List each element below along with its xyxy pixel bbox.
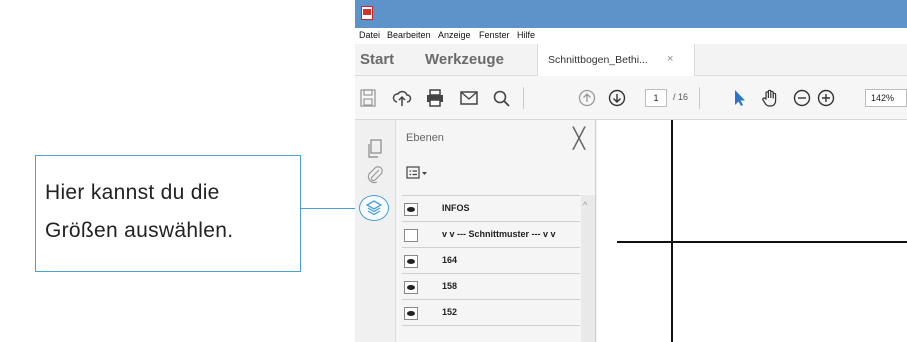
tab-bar: Start Werkzeuge Schnittbogen_Bethi... × <box>355 44 907 76</box>
layer-visibility-toggle[interactable] <box>404 307 418 320</box>
save-icon[interactable] <box>358 89 378 107</box>
callout-connector <box>301 208 355 209</box>
close-icon[interactable]: ╳ <box>573 126 585 151</box>
menu-datei[interactable]: Datei <box>359 30 380 40</box>
stage: Hier kannst du die Größen auswählen. Dat… <box>0 0 907 342</box>
callout-line-1: Hier kannst du die <box>45 181 220 204</box>
zoom-out-icon[interactable] <box>792 89 812 107</box>
navigation-rail <box>355 120 396 342</box>
page-total: / 16 <box>673 92 689 102</box>
toolbar: 1 / 16 142% <box>355 76 907 120</box>
zoom-in-icon[interactable] <box>816 89 836 107</box>
page-down-icon[interactable] <box>607 89 627 107</box>
menu-fenster[interactable]: Fenster <box>479 30 510 40</box>
callout-box: Hier kannst du die Größen auswählen. <box>35 155 301 272</box>
layers-list: INFOS v v --- Schnittmuster --- v v 164 … <box>402 195 580 326</box>
acrobat-window: Datei Bearbeiten Anzeige Fenster Hilfe S… <box>355 0 907 342</box>
pages-icon[interactable] <box>364 138 386 160</box>
layer-row[interactable]: v v --- Schnittmuster --- v v <box>402 222 580 248</box>
layer-visibility-toggle[interactable] <box>404 255 418 268</box>
layers-button[interactable] <box>359 195 389 221</box>
layer-visibility-toggle[interactable] <box>404 203 418 216</box>
layers-icon <box>365 200 383 216</box>
layer-label: v v --- Schnittmuster --- v v <box>442 229 556 239</box>
layer-options-icon[interactable] <box>406 164 432 182</box>
tab-werkzeuge[interactable]: Werkzeuge <box>425 51 504 68</box>
toolbar-separator <box>699 87 700 109</box>
menu-bearbeiten[interactable]: Bearbeiten <box>387 30 431 40</box>
mail-icon[interactable] <box>459 89 479 107</box>
layer-visibility-toggle[interactable] <box>404 281 418 294</box>
layer-row[interactable]: INFOS <box>402 196 580 222</box>
page-number-input[interactable]: 1 <box>645 89 667 107</box>
menu-anzeige[interactable]: Anzeige <box>438 30 471 40</box>
toolbar-separator <box>523 87 524 109</box>
title-bar <box>355 0 907 28</box>
hand-icon[interactable] <box>760 89 780 107</box>
layers-scrollbar[interactable] <box>581 195 595 342</box>
layer-label: 158 <box>442 281 458 291</box>
print-icon[interactable] <box>425 89 445 107</box>
layer-visibility-toggle[interactable] <box>404 229 418 242</box>
menu-hilfe[interactable]: Hilfe <box>517 30 535 40</box>
attachment-icon[interactable] <box>364 164 386 186</box>
menu-bar: Datei Bearbeiten Anzeige Fenster Hilfe <box>355 28 907 44</box>
layer-label: INFOS <box>442 203 470 213</box>
pattern-line-horizontal <box>617 241 907 243</box>
layers-panel: Ebenen ╳ ^ INFOS v v --- Schnittmuster -… <box>396 120 596 342</box>
zoom-level-field[interactable]: 142% <box>865 89 907 107</box>
eye-icon <box>407 207 415 212</box>
search-icon[interactable] <box>492 89 512 107</box>
scroll-up-icon[interactable]: ^ <box>583 200 587 210</box>
acrobat-app-icon <box>361 6 373 20</box>
upload-icon[interactable] <box>392 89 412 107</box>
document-view[interactable] <box>597 120 907 342</box>
callout-line-2: Größen auswählen. <box>45 219 234 242</box>
layer-row[interactable]: 158 <box>402 274 580 300</box>
layers-panel-title: Ebenen <box>406 132 444 144</box>
page-up-icon[interactable] <box>577 89 597 107</box>
eye-icon <box>407 311 415 316</box>
select-arrow-icon[interactable] <box>729 89 749 107</box>
tab-close-icon[interactable]: × <box>667 53 673 65</box>
eye-icon <box>407 259 415 264</box>
layer-label: 164 <box>442 255 458 265</box>
callout-text: Hier kannst du die Größen auswählen. <box>45 174 233 250</box>
pattern-line-vertical <box>671 120 673 342</box>
eye-icon <box>407 285 415 290</box>
tab-document-label: Schnittbogen_Bethi... <box>548 54 648 66</box>
tab-document[interactable]: Schnittbogen_Bethi... × <box>537 44 695 76</box>
tab-start[interactable]: Start <box>360 51 394 68</box>
layer-label: 152 <box>442 307 458 317</box>
layer-row[interactable]: 164 <box>402 248 580 274</box>
layer-row[interactable]: 152 <box>402 300 580 326</box>
